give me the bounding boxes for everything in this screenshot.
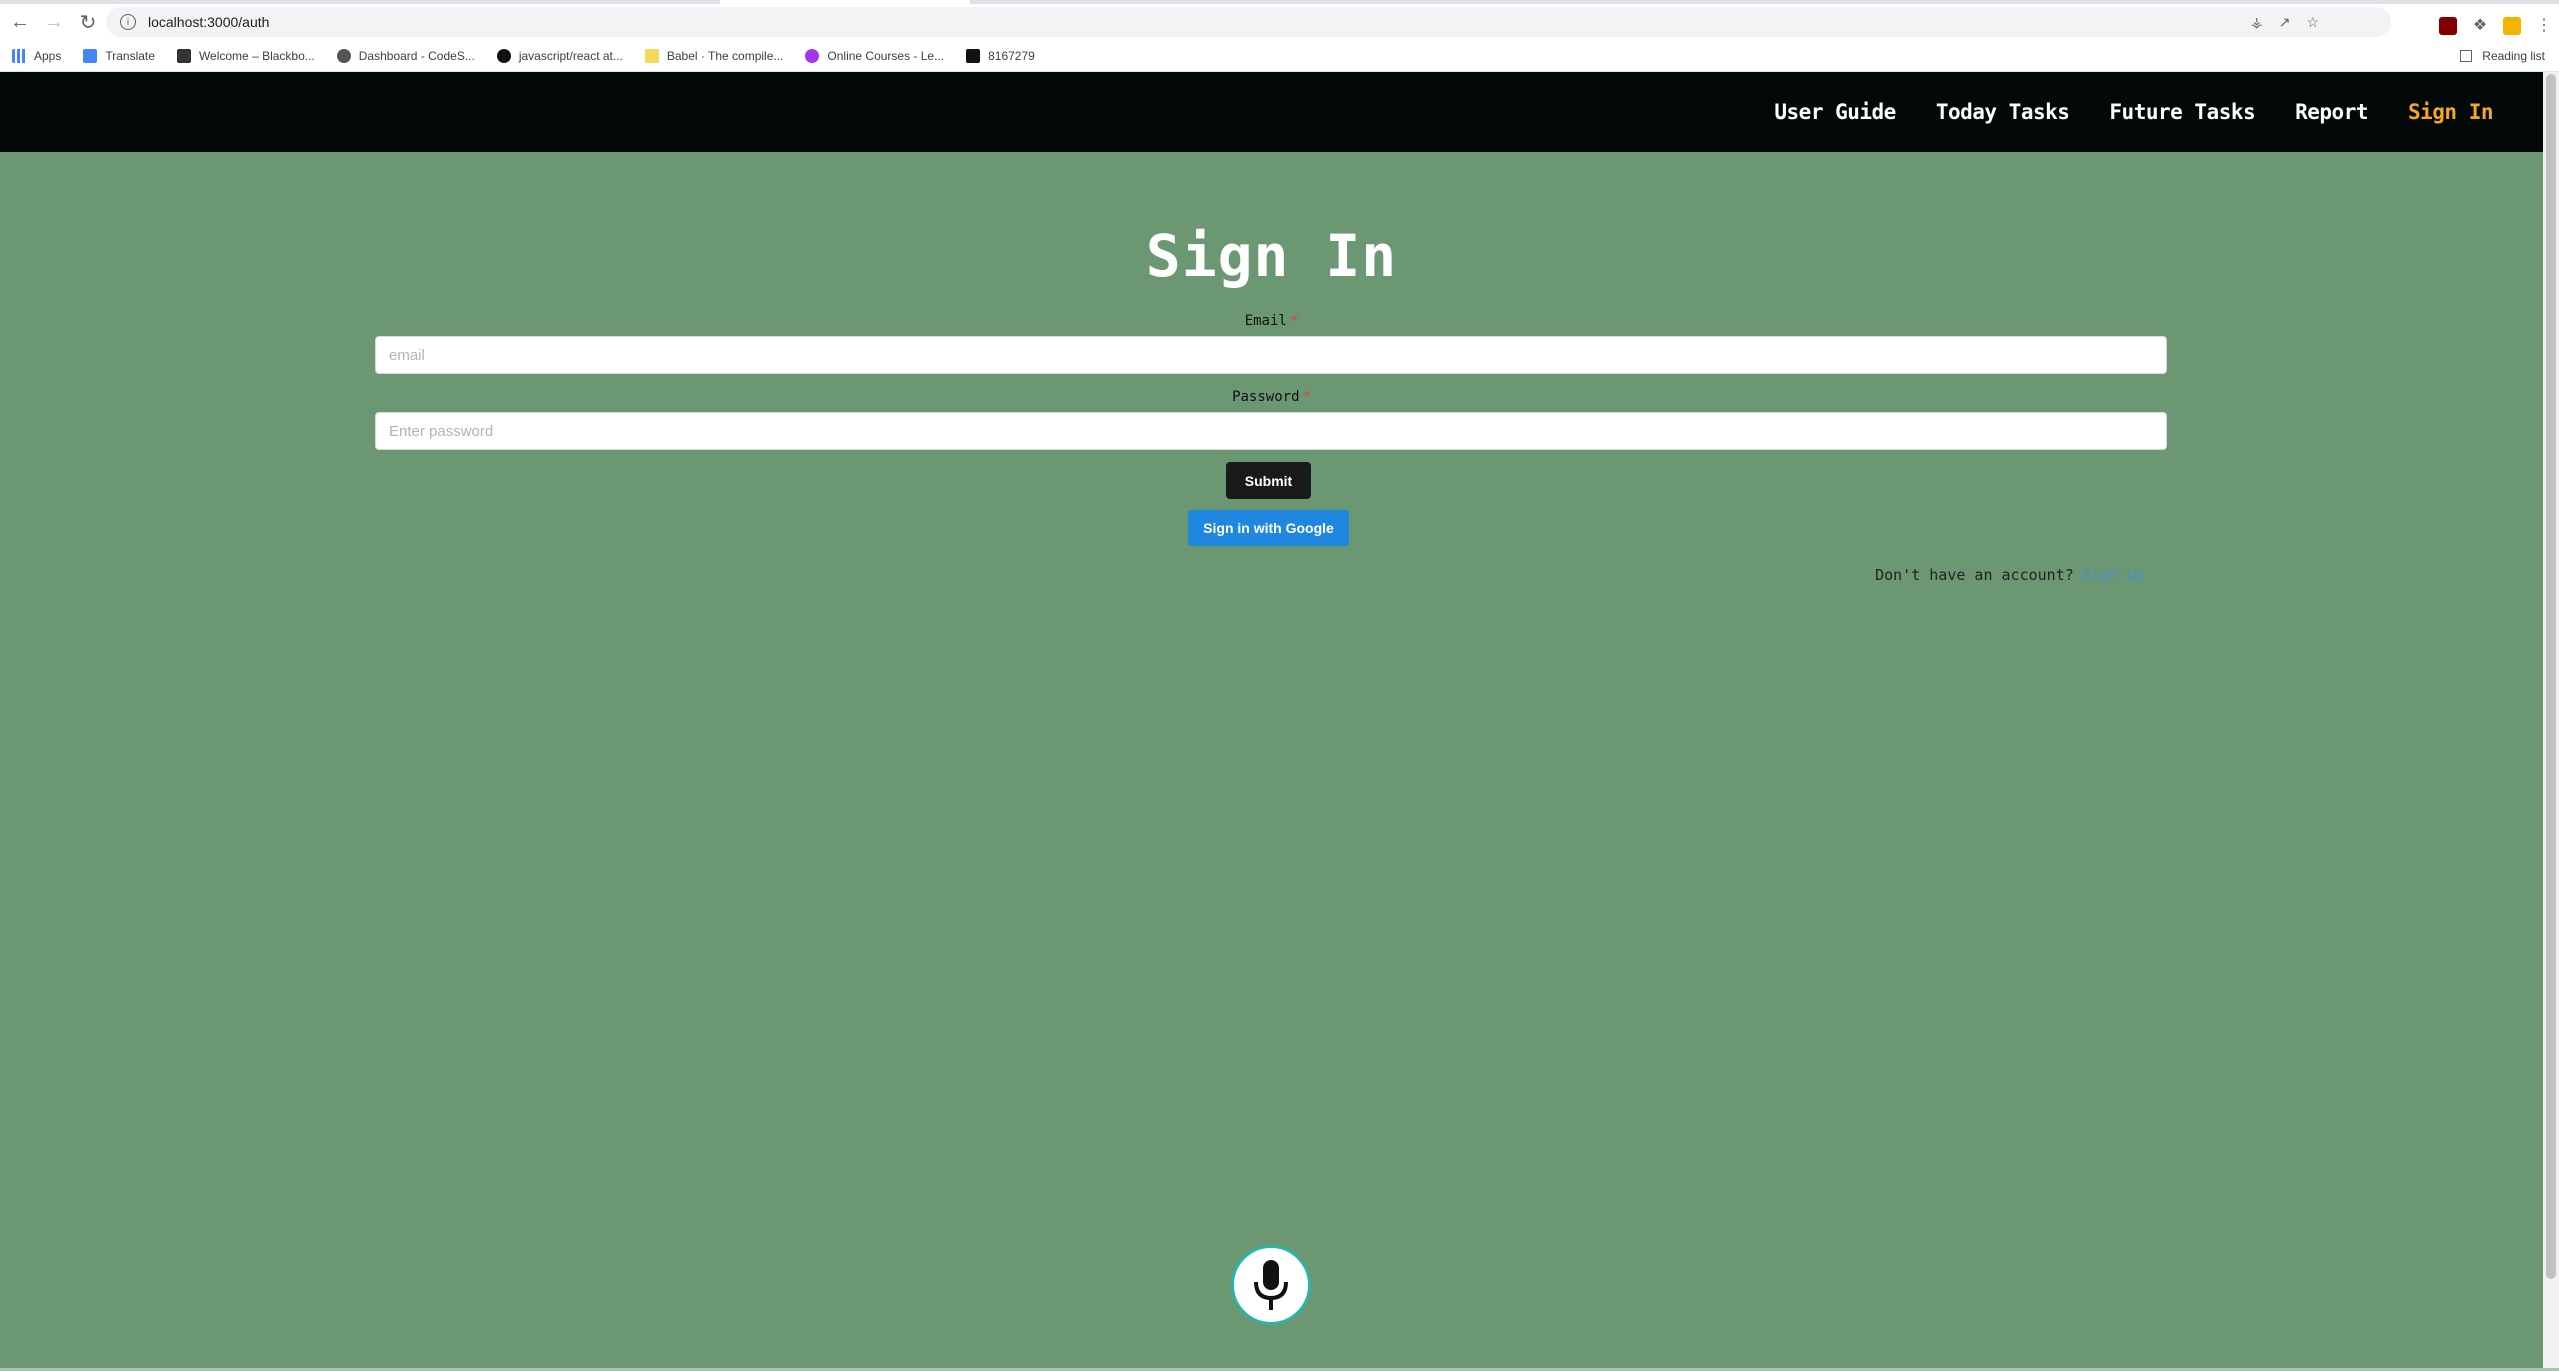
reading-list-label: Reading list [2482, 49, 2545, 63]
email-field[interactable] [375, 336, 2167, 374]
profile-extension-icon[interactable] [2503, 17, 2521, 35]
browser-toolbar: ← → ↻ i localhost:3000/auth ⚶ ↗ ☆ ❖ ⋮ [0, 4, 2559, 40]
reading-list-icon [2460, 50, 2473, 62]
nav-sign-in[interactable]: Sign In [2408, 100, 2494, 124]
github-icon [496, 49, 511, 63]
url-text[interactable]: localhost:3000/auth [148, 14, 269, 30]
password-field[interactable] [375, 412, 2167, 450]
signup-prompt: Don't have an account? Sign Up [1875, 566, 2145, 584]
bookmark-label: Welcome – Blackbo... [198, 49, 315, 63]
key-icon[interactable]: ⚶ [2251, 14, 2263, 31]
submit-button[interactable]: Submit [1226, 462, 1311, 499]
password-label: Password * [0, 389, 2543, 405]
blackboard-icon [176, 49, 191, 63]
required-mark: * [1289, 313, 1299, 329]
bookmark-apps[interactable]: Apps [12, 49, 61, 63]
page-title: Sign In [1145, 222, 1398, 290]
email-label-text: Email [1244, 313, 1287, 329]
bookmark-bb[interactable]: 8167279 [966, 49, 1035, 63]
password-label-text: Password [1232, 389, 1300, 405]
bookmark-label: javascript/react at... [518, 49, 623, 63]
page-scrollbar[interactable] [2543, 72, 2559, 1371]
forward-icon[interactable]: → [40, 8, 68, 36]
menu-kebab-icon[interactable]: ⋮ [2535, 17, 2553, 35]
reading-list-button[interactable]: Reading list [2460, 42, 2545, 70]
apps-grid-icon [12, 49, 26, 63]
bookmarks-bar: Apps Translate Welcome – Blackbo... Dash… [0, 42, 2559, 70]
bookmark-label: Online Courses - Le... [827, 49, 945, 63]
bookmark-courses[interactable]: Online Courses - Le... [805, 49, 944, 63]
app-navbar: User Guide Today Tasks Future Tasks Repo… [0, 72, 2543, 152]
ublock-extension-icon[interactable] [2439, 17, 2457, 35]
email-label: Email * [0, 313, 2543, 329]
no-account-text: Don't have an account? [1875, 566, 2074, 584]
star-icon[interactable]: ☆ [2306, 14, 2319, 31]
bookmark-label: 8167279 [988, 49, 1035, 63]
bookmark-github[interactable]: javascript/react at... [496, 49, 623, 63]
bb-icon [966, 49, 981, 63]
site-info-icon[interactable]: i [120, 14, 136, 30]
reload-icon[interactable]: ↻ [74, 8, 102, 36]
signin-page: Sign In Email* Password* Submit Sign in … [0, 152, 2543, 1371]
bookmark-blackboard[interactable]: Welcome – Blackbo... [176, 49, 315, 63]
bookmark-label: Babel · The compile... [666, 49, 784, 63]
bookmark-codesignal[interactable]: Dashboard - CodeS... [336, 49, 475, 63]
signup-link[interactable]: Sign Up [2082, 566, 2145, 584]
bookmark-label: Dashboard - CodeS... [358, 49, 475, 63]
google-signin-button[interactable]: Sign in with Google [1188, 510, 1349, 546]
back-icon[interactable]: ← [6, 8, 34, 36]
nav-report[interactable]: Report [2295, 100, 2368, 124]
codesignal-icon [336, 49, 351, 63]
address-bar[interactable]: i localhost:3000/auth ⚶ ↗ ☆ [106, 7, 2391, 37]
bookmark-label: Apps [34, 49, 62, 63]
voice-input-button[interactable] [1231, 1245, 1311, 1325]
bookmark-label: Translate [105, 49, 155, 63]
nav-user-guide[interactable]: User Guide [1774, 100, 1896, 124]
bookmark-babel[interactable]: Babel · The compile... [644, 49, 784, 63]
microphone-icon [1254, 1260, 1288, 1310]
translate-icon [83, 49, 98, 63]
courses-icon [805, 49, 820, 63]
bookmark-translate[interactable]: Translate [83, 49, 155, 63]
nav-future-tasks[interactable]: Future Tasks [2109, 100, 2255, 124]
nav-today-tasks[interactable]: Today Tasks [1936, 100, 2070, 124]
share-icon[interactable]: ↗ [2279, 14, 2291, 31]
browser-chrome: ← → ↻ i localhost:3000/auth ⚶ ↗ ☆ ❖ ⋮ Ap… [0, 0, 2559, 72]
required-mark: * [1302, 389, 1311, 405]
babel-icon [644, 49, 659, 63]
extensions-puzzle-icon[interactable]: ❖ [2471, 17, 2489, 35]
scrollbar-thumb[interactable] [2546, 74, 2556, 1279]
